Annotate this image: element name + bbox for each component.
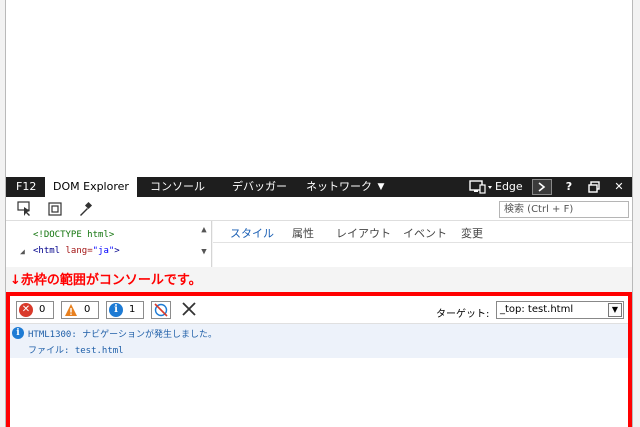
- info-count: 1: [129, 304, 136, 315]
- search-input[interactable]: 検索 (Ctrl + F): [499, 201, 629, 218]
- console-message: i HTML1300: ナビゲーションが発生しました。 ファイル: test.h…: [10, 324, 628, 358]
- target-select[interactable]: _top: test.html ▼: [496, 301, 624, 319]
- html-node[interactable]: <html lang="ja">: [33, 246, 120, 256]
- page-viewport: [6, 0, 632, 177]
- clear-on-navigate-button[interactable]: [151, 301, 171, 319]
- clear-on-navigate-icon: [154, 303, 168, 317]
- message-source-link[interactable]: ファイル: test.html: [28, 343, 124, 356]
- clear-console-icon[interactable]: [180, 300, 198, 318]
- tab-layout[interactable]: レイアウト: [336, 225, 391, 241]
- errors-filter-button[interactable]: ✕ 0: [16, 301, 54, 319]
- annotation-text: ↓赤枠の範囲がコンソールです。: [10, 273, 202, 288]
- annotation-bar: ↓赤枠の範囲がコンソールです。: [6, 267, 632, 289]
- styles-panel: [213, 243, 632, 267]
- target-label: ターゲット:: [436, 309, 490, 320]
- undock-icon[interactable]: [586, 177, 602, 197]
- chevron-down-icon[interactable]: ▼: [608, 303, 622, 317]
- scroll-down-icon[interactable]: ▼: [199, 247, 209, 257]
- info-icon: i: [109, 303, 123, 317]
- console-toolbar: ✕ 0 0 i 1 ターゲット: _top: test.html ▼: [10, 296, 628, 324]
- tab-changes[interactable]: 変更: [461, 225, 483, 241]
- close-icon[interactable]: ✕: [612, 177, 626, 197]
- tab-debugger[interactable]: デバッガー: [232, 177, 287, 197]
- warnings-count: 0: [84, 304, 91, 315]
- doctype-node[interactable]: <!DOCTYPE html>: [33, 230, 114, 240]
- help-icon[interactable]: ?: [562, 177, 576, 197]
- dom-tree-panel: <!DOCTYPE html> ◢ <html lang="ja"> ▲ ▼: [6, 221, 212, 267]
- info-filter-button[interactable]: i 1: [106, 301, 144, 319]
- expand-node-icon[interactable]: ◢: [20, 247, 25, 256]
- target-select-value: _top: test.html: [500, 304, 574, 315]
- tab-dom-explorer[interactable]: DOM Explorer: [45, 177, 137, 197]
- tab-styles[interactable]: スタイル: [230, 225, 274, 241]
- devtools-tab-bar: F12 DOM Explorer コンソール デバッガー ネットワーク ▼ Ed…: [6, 177, 632, 197]
- dom-explorer-toolbar: 検索 (Ctrl + F): [6, 197, 632, 221]
- color-picker-icon[interactable]: [76, 200, 94, 218]
- scroll-up-icon[interactable]: ▲: [199, 225, 209, 235]
- warnings-filter-button[interactable]: 0: [61, 301, 99, 319]
- select-element-icon[interactable]: [16, 200, 34, 218]
- target-browser-label[interactable]: Edge: [495, 177, 523, 197]
- info-icon: i: [12, 327, 24, 339]
- console-icon[interactable]: [532, 179, 552, 195]
- tab-console[interactable]: コンソール: [150, 177, 205, 197]
- tab-network[interactable]: ネットワーク: [306, 177, 372, 197]
- errors-count: 0: [39, 304, 46, 315]
- window-frame-right: [632, 0, 640, 427]
- style-tab-bar: スタイル 属性 レイアウト イベント 変更: [213, 221, 632, 243]
- emulation-icon[interactable]: [466, 177, 496, 197]
- console-panel: ✕ 0 0 i 1 ターゲット: _top: test.html ▼ i HTM…: [6, 292, 632, 427]
- error-icon: ✕: [19, 303, 33, 317]
- more-tabs-icon[interactable]: ▼: [374, 177, 388, 197]
- tab-f12[interactable]: F12: [16, 177, 36, 197]
- dom-box-icon[interactable]: [46, 200, 64, 218]
- tab-attributes[interactable]: 属性: [292, 225, 314, 241]
- tab-events[interactable]: イベント: [403, 225, 447, 241]
- warning-icon: [64, 303, 78, 317]
- f12-developer-tools: F12 DOM Explorer コンソール デバッガー ネットワーク ▼ Ed…: [6, 177, 632, 427]
- message-text: HTML1300: ナビゲーションが発生しました。: [28, 330, 218, 340]
